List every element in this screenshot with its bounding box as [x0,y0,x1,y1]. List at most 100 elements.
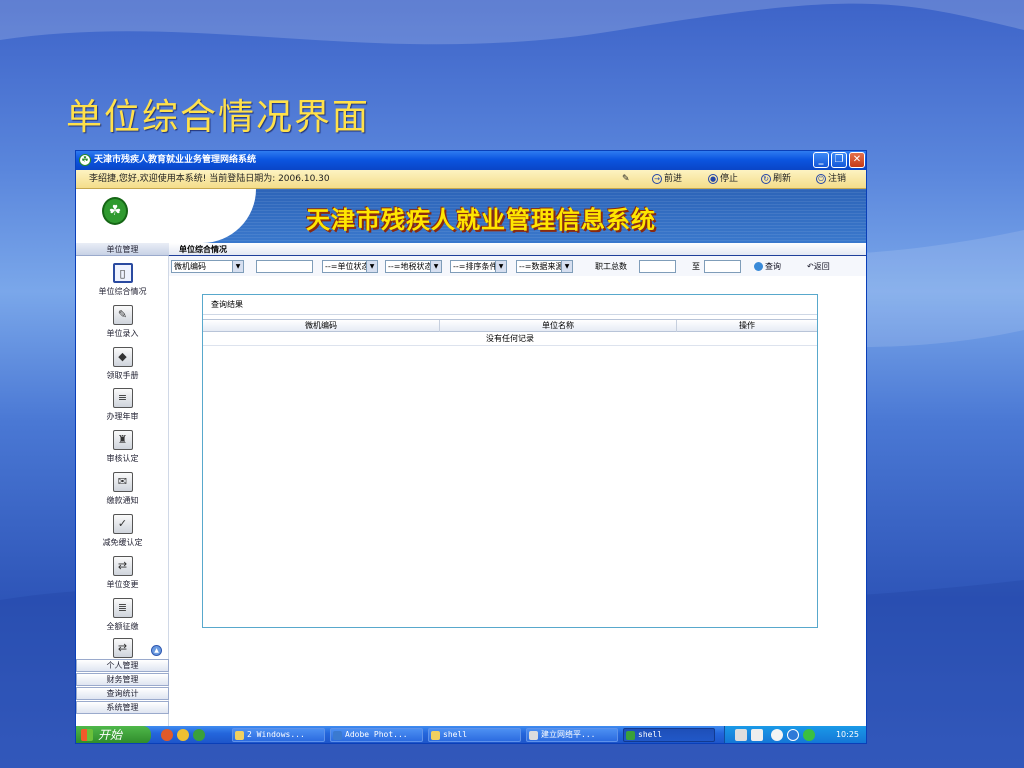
main-content: 单位综合情况 微机编码 ▼ --=单位状态 ▼ --=地税状态 ▼ --=排序条… [169,243,866,726]
back-arrow-icon: ↶ [807,262,814,271]
building-icon: ▯ [112,263,133,283]
greeting-text: 李绍捷,您好,欢迎使用本系统! 当前登陆日期为: 2006.10.30 [89,174,330,184]
book-icon: ◆ [112,347,133,367]
back-button[interactable]: ↶返回 [807,261,830,272]
tax-status-select[interactable]: --=地税状态 ▼ [385,260,442,273]
volume-icon[interactable] [787,729,799,741]
sidebar-item-label: 全额征缴 [106,622,139,631]
chevron-down-icon: ▼ [495,261,506,272]
clock: 10:25 [835,730,859,739]
photoshop-icon [333,731,342,740]
task-windows[interactable]: 2 Windows... [232,728,325,742]
group-finance[interactable]: 财务管理 [76,673,169,686]
sort-select[interactable]: --=排序条件 ▼ [450,260,507,273]
help-icon[interactable] [751,729,763,741]
employee-max-input[interactable] [704,260,741,273]
refresh-button[interactable]: ↻ 刷新 [761,170,791,189]
org-logo-icon: ☘ [102,197,128,225]
column-header-code[interactable]: 微机编码 [203,320,440,332]
logout-button[interactable]: ⏻ 注销 [816,170,846,189]
group-statistics[interactable]: 查询统计 [76,687,169,700]
search-icon [754,262,763,271]
windows-logo-icon [81,729,93,741]
taskbar: 开始 2 Windows... Adobe Phot... shell 建立网络… [76,726,866,743]
sidebar-item-payment-notice[interactable]: ✉ 缴款通知 [76,472,169,506]
logout-icon: ⏻ [816,173,826,184]
filter-toolbar: 微机编码 ▼ --=单位状态 ▼ --=地税状态 ▼ --=排序条件 ▼ --=… [169,256,866,276]
results-table-header: 微机编码 单位名称 操作 [203,319,817,332]
sidebar-item-full-levy[interactable]: ≣ 全额征缴 [76,598,169,632]
sidebar-item-reduction[interactable]: ✓ 减免缓认定 [76,514,169,548]
stop-button[interactable]: ● 停止 [708,170,738,189]
refresh-icon: ↻ [761,173,771,184]
change-icon: ⇄ [112,556,133,576]
logo-panel: ☘ [76,189,256,243]
app-window: ☘ 天津市残疾人教育就业业务管理网络系统 _ ❐ ✕ 李绍捷,您好,欢迎使用本系… [75,150,867,744]
sidebar-item-label: 单位录入 [106,329,139,338]
column-header-name[interactable]: 单位名称 [440,320,677,332]
slide-title: 单位综合情况界面 [66,97,371,138]
employee-min-input[interactable] [639,260,676,273]
chevron-down-icon: ▼ [232,261,243,272]
group-system[interactable]: 系统管理 [76,701,169,714]
folder-icon[interactable] [177,729,189,741]
network-icon[interactable] [771,729,783,741]
more-icon: ⇄ [112,638,133,658]
sidebar-item-label: 减免缓认定 [102,538,143,547]
sidebar-item-label: 缴款通知 [106,496,139,505]
keyboard-icon[interactable] [735,729,747,741]
sidebar-item-label: 单位综合情况 [98,287,147,296]
pencil-icon[interactable]: ✎ [622,170,630,189]
security-icon[interactable] [803,729,815,741]
sidebar-item-unit-overview[interactable]: ▯ 单位综合情况 [76,263,169,297]
window-titlebar[interactable]: ☘ 天津市残疾人教育就业业务管理网络系统 _ ❐ ✕ [76,151,866,170]
sidebar-item-annual-review[interactable]: ≡ 办理年审 [76,388,169,422]
task-shell-2[interactable]: shell [623,728,715,742]
sidebar-item-unit-entry[interactable]: ✎ 单位录入 [76,305,169,339]
close-button[interactable]: ✕ [849,152,865,168]
results-panel: 查询结果 微机编码 单位名称 操作 没有任何记录 [202,294,818,628]
chevron-down-icon: ▼ [430,261,441,272]
window-icon [529,731,538,740]
folder-icon [235,731,244,740]
employee-count-label: 职工总数 [595,262,627,271]
browser-icon[interactable] [161,729,173,741]
group-personal[interactable]: 个人管理 [76,659,169,672]
task-shell-1[interactable]: shell [428,728,521,742]
system-tray: 10:25 [724,726,866,743]
unit-status-select[interactable]: --=单位状态 ▼ [322,260,378,273]
forward-icon: → [652,173,662,184]
sidebar-item-label: 审核认定 [106,454,139,463]
sidebar-item-label: 办理年审 [106,412,139,421]
maximize-button[interactable]: ❐ [831,152,847,168]
forward-button[interactable]: → 前进 [652,170,682,189]
sidebar-item-audit[interactable]: ♜ 审核认定 [76,430,169,464]
info-bar: 李绍捷,您好,欢迎使用本系统! 当前登陆日期为: 2006.10.30 ✎ → 前… [76,170,866,189]
reduction-icon: ✓ [112,514,133,534]
sidebar: 单位管理 ▯ 单位综合情况 ✎ 单位录入 ◆ 领取手册 ≡ 办理年审 ♜ 审核认… [76,243,169,726]
source-select[interactable]: --=数据来源 ▼ [516,260,573,273]
scroll-up-icon[interactable]: ▲ [151,645,162,656]
sidebar-item-label: 单位变更 [106,580,139,589]
code-select[interactable]: 微机编码 ▼ [171,260,244,273]
start-button[interactable]: 开始 [76,726,151,743]
code-input[interactable] [256,260,313,273]
query-button[interactable]: 查询 [754,261,781,272]
system-title: 天津市残疾人就业管理信息系统 [306,206,656,234]
task-network[interactable]: 建立网络平... [526,728,618,742]
column-header-action[interactable]: 操作 [677,320,817,332]
sidebar-item-get-manual[interactable]: ◆ 领取手册 [76,347,169,381]
task-photoshop[interactable]: Adobe Phot... [330,728,423,742]
sidebar-item-label: 领取手册 [106,371,139,380]
app-shortcut-icon[interactable] [193,729,205,741]
sidebar-item-unit-change[interactable]: ⇄ 单位变更 [76,556,169,590]
header-banner: ☘ 天津市残疾人就业管理信息系统 [76,189,866,243]
app-logo-icon [626,731,635,740]
empty-message: 没有任何记录 [203,332,817,346]
app-logo-icon: ☘ [79,154,91,166]
chevron-down-icon: ▼ [366,261,377,272]
minimize-button[interactable]: _ [813,152,829,168]
audit-icon: ♜ [112,430,133,450]
sidebar-section-unit[interactable]: 单位管理 [76,243,169,256]
levy-icon: ≣ [112,598,133,618]
